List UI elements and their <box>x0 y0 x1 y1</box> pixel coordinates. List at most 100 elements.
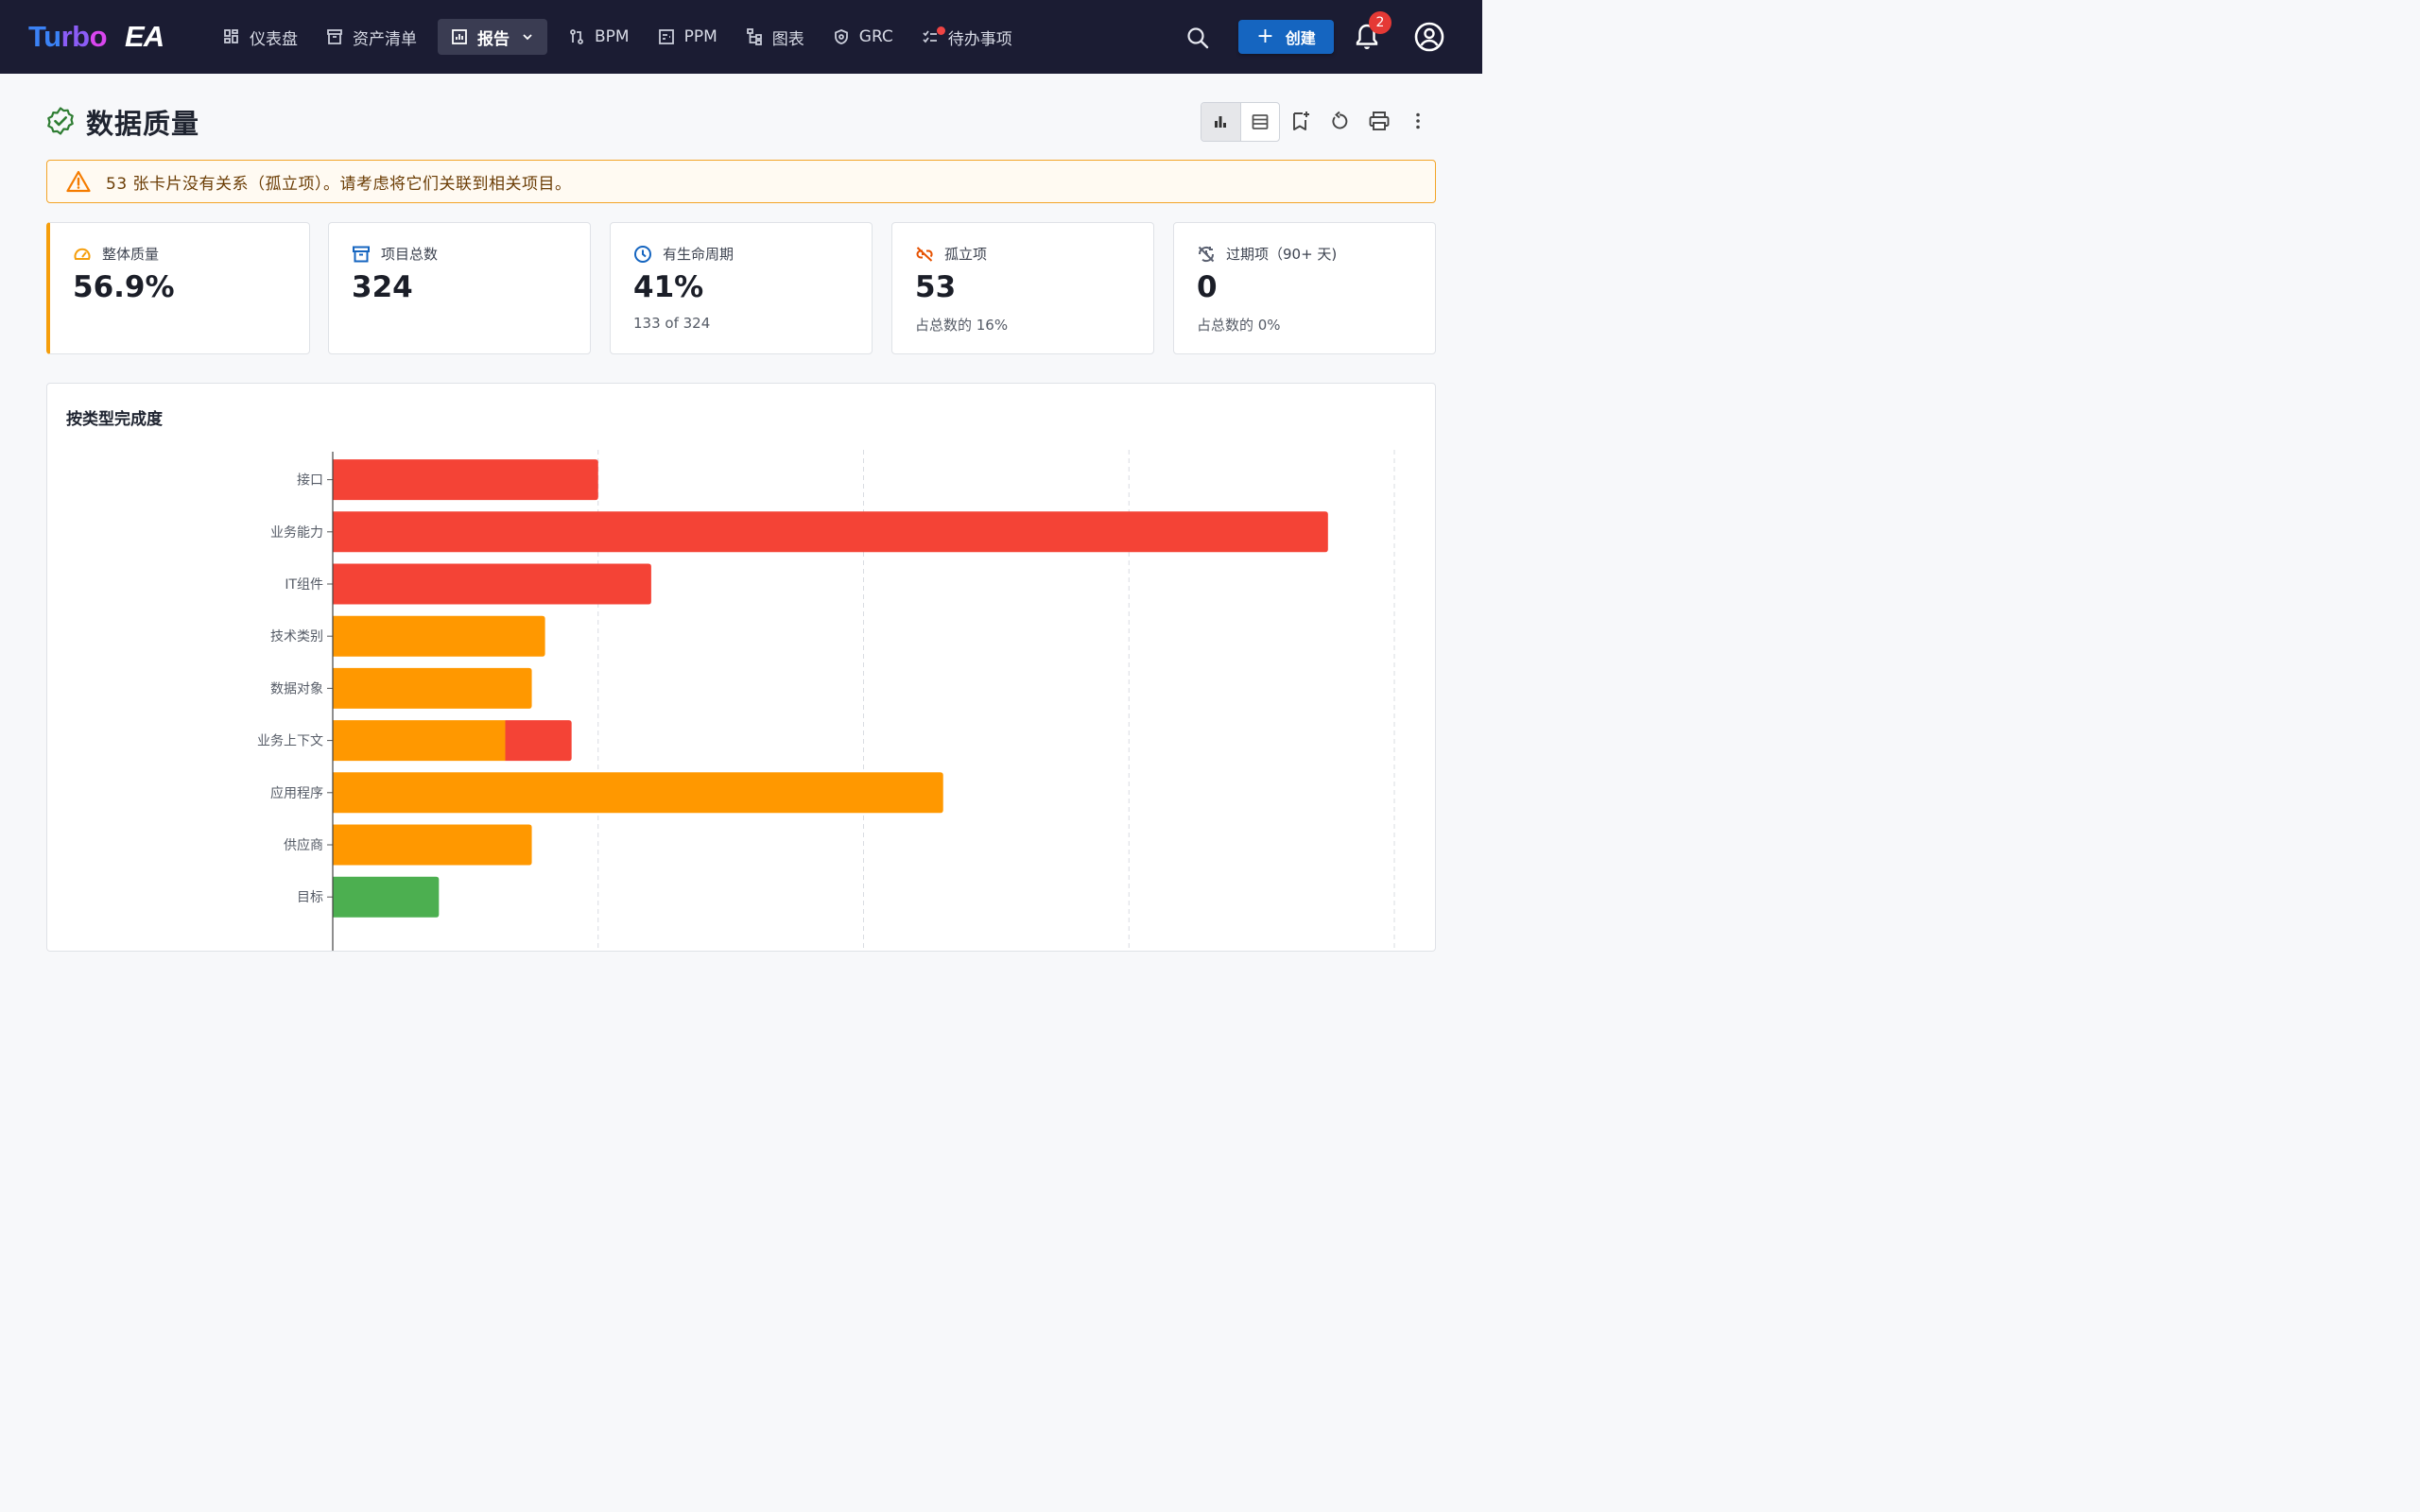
verified-icon <box>47 107 74 135</box>
bar-segment[interactable] <box>333 824 532 866</box>
dashboard-icon <box>224 29 238 43</box>
y-tick-label: IT组件 <box>285 577 323 593</box>
y-tick-label: 应用程序 <box>270 785 323 801</box>
kpi-value: 0 <box>1197 270 1218 304</box>
kpi-card-overall-quality: 整体质量 56.9% <box>46 222 310 354</box>
chart-view-button[interactable] <box>1201 103 1241 141</box>
clock-icon <box>634 245 651 263</box>
y-tick-label: 业务上下文 <box>257 734 323 749</box>
nav-item-diagrams[interactable]: 图表 <box>738 19 812 55</box>
nav-item-dashboard[interactable]: 仪表盘 <box>216 19 305 55</box>
logo-ea-text: EA <box>125 20 164 53</box>
kpi-value: 56.9% <box>73 270 175 304</box>
view-mode-toggle <box>1201 102 1280 142</box>
page-title: 数据质量 <box>86 108 200 140</box>
account-circle-icon[interactable] <box>1413 21 1445 53</box>
nav-item-inventory[interactable]: 资产清单 <box>319 19 424 55</box>
kpi-card-total-items: 项目总数 324 <box>328 222 591 354</box>
bar-segment[interactable] <box>332 615 545 657</box>
bar-segment[interactable] <box>505 720 572 762</box>
logo-turbo-text: Turbo <box>28 20 108 53</box>
bar-chart-icon <box>1215 116 1227 128</box>
chevron-down-icon <box>523 34 532 41</box>
kpi-label: 孤立项 <box>915 244 987 264</box>
nav-item-reports[interactable]: 报告 <box>438 19 547 55</box>
kpi-subtext: 占总数的 0% <box>1197 317 1281 334</box>
kpi-label-text: 项目总数 <box>381 246 439 263</box>
bar-segment[interactable] <box>333 876 440 918</box>
bar-segment[interactable] <box>333 720 506 762</box>
todo-icon-wrap <box>922 26 948 45</box>
y-tick-label: 目标 <box>297 890 323 905</box>
kpi-label: 过期项（90+ 天) <box>1197 244 1337 264</box>
kpi-label-text: 整体质量 <box>102 246 160 263</box>
inventory-icon <box>327 29 342 44</box>
y-tick-label: 接口 <box>297 472 323 489</box>
archive-icon <box>353 246 370 262</box>
nav-item-bpm[interactable]: BPM <box>561 19 637 55</box>
todo-unread-dot <box>936 26 945 35</box>
bookmark-add-icon[interactable] <box>1289 110 1312 132</box>
kpi-subtext: 占总数的 16% <box>915 317 1009 334</box>
kpi-card-stale-items: 过期项（90+ 天) 0 占总数的 0% <box>1173 222 1436 354</box>
nav-item-ppm[interactable]: PPM <box>650 19 725 55</box>
kpi-subtext: 133 of 324 <box>633 315 711 332</box>
nav-item-label: 仪表盘 <box>250 29 298 49</box>
nav-item-grc[interactable]: GRC <box>825 19 901 55</box>
table-icon <box>1252 114 1269 129</box>
nav-item-todo[interactable]: 待办事项 <box>914 19 1020 55</box>
nav-item-label: GRC <box>858 27 893 46</box>
ppm-icon <box>658 29 674 44</box>
reset-icon[interactable] <box>1328 110 1351 132</box>
kpi-value: 53 <box>915 270 957 304</box>
nav-item-label: PPM <box>683 27 717 46</box>
kpi-value: 41% <box>633 270 704 304</box>
orphan-warning-banner: 53 张卡片没有关系（孤立项）。请考虑将它们关联到相关项目。 <box>46 160 1436 203</box>
kpi-card-lifecycle: 有生命周期 41% 133 of 324 <box>610 222 873 354</box>
bar-segment[interactable] <box>333 772 943 814</box>
kpi-label: 有生命周期 <box>633 244 734 264</box>
bpm-icon <box>570 29 583 44</box>
search-icon[interactable] <box>1184 24 1212 52</box>
y-tick-label: 供应商 <box>284 837 323 853</box>
table-view-button[interactable] <box>1241 103 1280 141</box>
y-tick-label: 业务能力 <box>270 525 323 541</box>
report-icon <box>452 29 467 44</box>
y-tick-label: 技术类别 <box>270 629 323 644</box>
completion-by-type-chart: 接口业务能力 IT组件技术类别数据对象业务上下文应用程序供应商目标 <box>257 450 1395 951</box>
top-navigation-bar: Turbo EA 仪表盘 资产清单 报告 BPM PPM 图表 GRC 待办事项… <box>0 0 1482 74</box>
turbo-ea-logo[interactable]: Turbo EA <box>28 20 164 53</box>
create-button[interactable]: + 创建 <box>1238 20 1334 54</box>
warning-icon <box>66 170 91 193</box>
diagram-icon <box>746 28 762 45</box>
plus-icon: + <box>1256 25 1274 48</box>
more-vertical-icon[interactable] <box>1407 110 1429 132</box>
create-button-label: 创建 <box>1285 29 1316 47</box>
speed-icon <box>74 248 91 260</box>
update-disabled-icon <box>1198 246 1215 262</box>
kpi-card-orphans: 孤立项 53 占总数的 16% <box>891 222 1154 354</box>
kpi-label-text: 有生命周期 <box>663 246 735 263</box>
nav-item-label: 图表 <box>771 29 804 49</box>
kpi-label: 整体质量 <box>73 244 159 264</box>
logo-dash-mark <box>109 36 124 39</box>
nav-item-label: 报告 <box>477 29 510 49</box>
grc-icon <box>834 29 848 44</box>
main-nav: 仪表盘 资产清单 报告 BPM PPM 图表 GRC 待办事项 <box>216 19 1033 55</box>
nav-item-label: BPM <box>595 27 630 46</box>
kpi-label-text: 孤立项 <box>944 246 988 263</box>
link-off-icon <box>916 246 933 262</box>
kpi-label-text: 过期项（90+ 天) <box>1226 246 1338 263</box>
notification-count-badge: 2 <box>1369 11 1392 34</box>
bar-segment[interactable] <box>333 563 651 605</box>
nav-item-label: 待办事项 <box>947 29 1012 49</box>
bar-segment[interactable] <box>333 511 1328 553</box>
bar-segment[interactable] <box>333 459 598 501</box>
completion-by-type-panel: 按类型完成度 接口 业务能力 IT组件 技术类别 数据对象 业务上下文 应用程序 供应商 目标 <box>46 383 1436 952</box>
y-tick-label: 数据对象 <box>270 681 323 696</box>
warning-text: 53 张卡片没有关系（孤立项）。请考虑将它们关联到相关项目。 <box>106 174 572 194</box>
nav-item-label: 资产清单 <box>353 29 417 49</box>
kpi-label: 项目总数 <box>352 244 438 264</box>
bar-segment[interactable] <box>333 667 532 709</box>
print-icon[interactable] <box>1368 110 1391 132</box>
